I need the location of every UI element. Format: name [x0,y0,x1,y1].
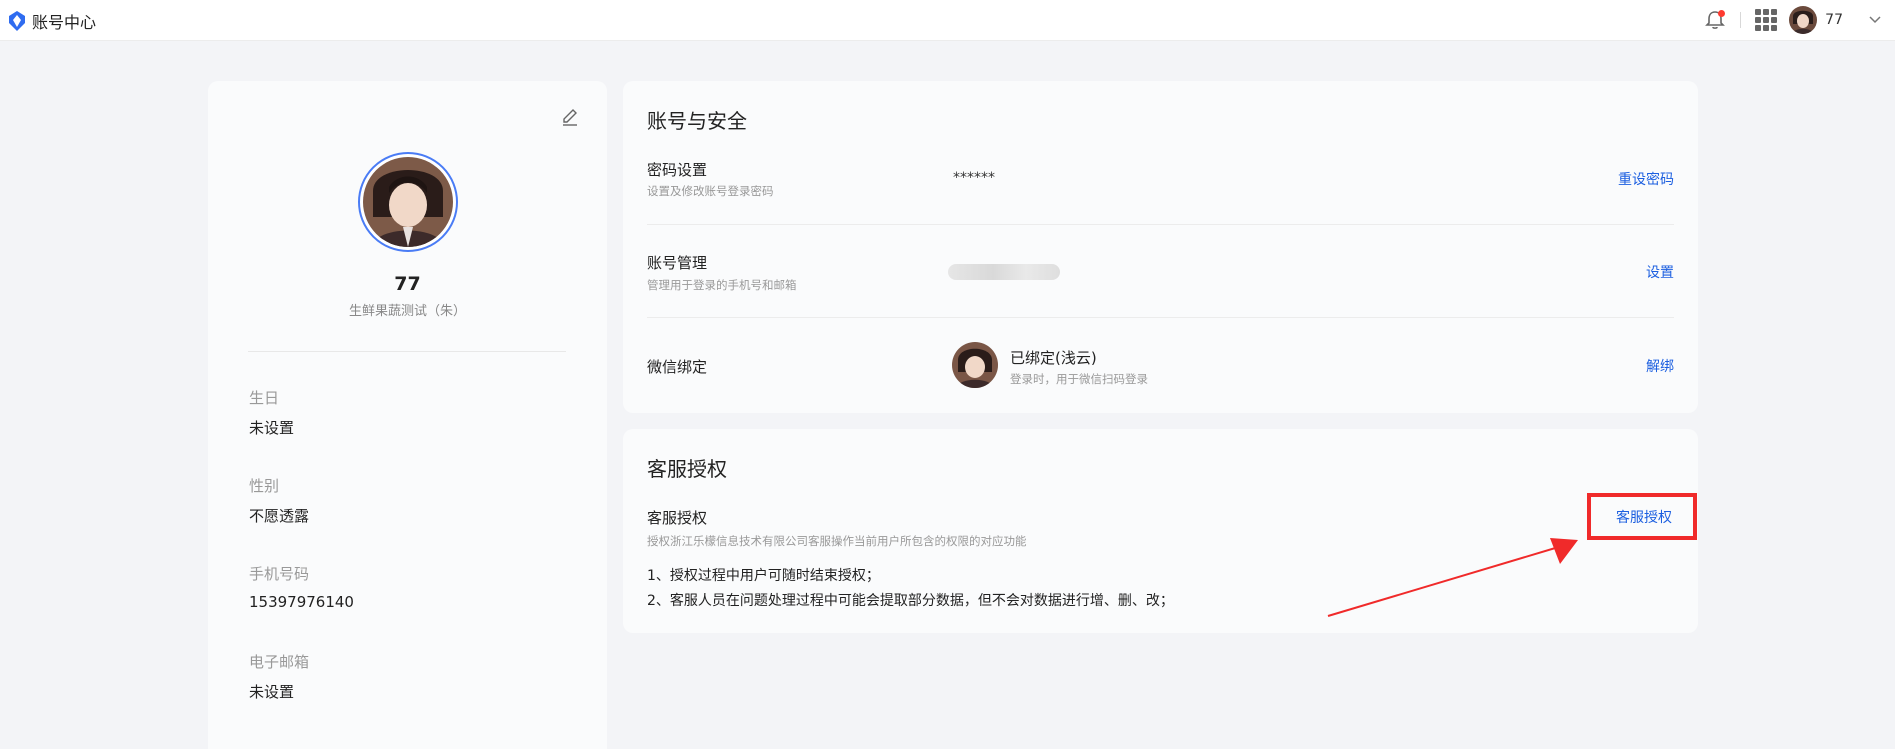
brand[interactable]: 账号中心 [8,9,96,33]
grid-apps-icon[interactable] [1755,9,1778,31]
password-row-subtitle: 设置及修改账号登录密码 [647,184,774,198]
bell-icon[interactable] [1704,9,1726,31]
user-avatar[interactable] [1789,6,1818,34]
page-title: 账号中心 [32,13,97,32]
profile-company: 生鲜果蔬测试（朱） [348,304,466,319]
password-row-title: 密码设置 [647,161,708,179]
wechat-subtitle: 登录时，用于微信扫码登录 [1010,372,1148,386]
password-mask: ****** [953,170,995,186]
top-right-toolbar: 77 [1704,5,1881,35]
phone-value: 15397976140 [249,593,354,611]
user-name[interactable]: 77 [1825,12,1843,28]
wechat-avatar [952,342,998,388]
account-row-subtitle: 管理用于登录的手机号和邮箱 [647,278,797,292]
edit-icon[interactable] [560,107,580,127]
gender-label: 性别 [249,477,280,495]
birthday-label: 生日 [249,389,280,407]
security-title: 账号与安全 [647,109,747,133]
service-auth-button[interactable]: 客服授权 [1616,507,1672,527]
unbind-wechat-link[interactable]: 解绑 [1646,356,1674,376]
auth-note-2: 2、客服人员在问题处理过程中可能会提取部分数据，但不会对数据进行增、删、改； [647,593,1174,609]
top-bar: 账号中心 77 [0,0,1895,41]
account-settings-link[interactable]: 设置 [1646,262,1674,282]
wechat-row-title: 微信绑定 [647,358,708,376]
divider [647,224,1674,225]
shield-logo-icon [9,11,25,31]
divider [248,351,566,352]
chevron-down-icon[interactable] [1869,16,1881,24]
profile-card: 77 生鲜果蔬测试（朱） 生日 未设置 性别 不愿透露 手机号码 1539797… [208,81,607,749]
wechat-status: 已绑定(浅云) [1010,349,1097,367]
auth-row-subtitle: 授权浙江乐檬信息技术有限公司客服操作当前用户所包含的权限的对应功能 [647,534,1027,548]
account-security-card: 账号与安全 密码设置 设置及修改账号登录密码 ****** 重设密码 账号管理 … [623,81,1698,413]
divider [647,317,1674,318]
profile-name: 77 [394,273,421,295]
birthday-value: 未设置 [249,419,295,437]
auth-note-1: 1、授权过程中用户可随时结束授权； [647,568,880,584]
account-row-title: 账号管理 [647,254,708,272]
auth-row-title: 客服授权 [647,509,708,527]
reset-password-link[interactable]: 重设密码 [1618,169,1674,189]
email-label: 电子邮箱 [249,653,310,671]
annotation-arrow [1327,538,1578,617]
auth-title: 客服授权 [647,457,727,481]
toolbar-divider [1740,12,1742,28]
profile-avatar[interactable] [358,152,458,252]
gender-value: 不愿透露 [249,507,310,525]
email-value: 未设置 [249,683,295,701]
masked-account-value [948,264,1060,280]
phone-label: 手机号码 [249,565,310,583]
